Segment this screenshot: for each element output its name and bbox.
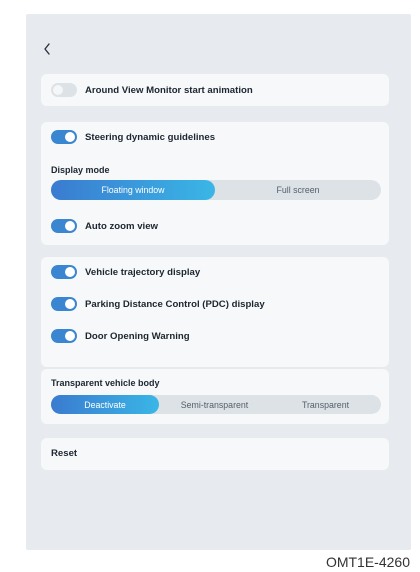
figure-code: OMT1E-4260	[325, 554, 410, 570]
display-mode-title: Display mode	[51, 165, 110, 175]
transparent-body-transparent[interactable]: Transparent	[270, 395, 381, 414]
back-button[interactable]	[42, 42, 52, 56]
toggle-knob	[65, 299, 75, 309]
pdc-display-toggle[interactable]	[51, 297, 77, 311]
guidelines-card: Steering dynamic guidelines Display mode…	[41, 122, 389, 245]
settings-screen: Around View Monitor start animation Stee…	[26, 14, 411, 550]
transparent-body-title: Transparent vehicle body	[51, 378, 160, 388]
steering-guidelines-toggle[interactable]	[51, 130, 77, 144]
display-mode-full-screen[interactable]: Full screen	[215, 180, 381, 200]
auto-zoom-toggle[interactable]	[51, 219, 77, 233]
around-view-animation-label: Around View Monitor start animation	[85, 84, 253, 96]
transparent-body-card: Transparent vehicle body Deactivate Semi…	[41, 369, 389, 424]
door-opening-warning-row[interactable]: Door Opening Warning	[51, 326, 190, 346]
door-opening-warning-toggle[interactable]	[51, 329, 77, 343]
display-mode-selector: Floating window Full screen	[51, 180, 381, 200]
door-opening-warning-label: Door Opening Warning	[85, 330, 190, 342]
toggle-knob	[65, 267, 75, 277]
around-view-card: Around View Monitor start animation	[41, 74, 389, 106]
transparent-body-semi-transparent[interactable]: Semi-transparent	[159, 395, 270, 414]
vehicle-trajectory-toggle[interactable]	[51, 265, 77, 279]
toggle-knob	[65, 331, 75, 341]
toggle-knob	[53, 85, 63, 95]
auto-zoom-label: Auto zoom view	[85, 220, 159, 232]
pdc-display-label: Parking Distance Control (PDC) display	[85, 298, 265, 310]
vehicle-trajectory-label: Vehicle trajectory display	[85, 266, 201, 278]
around-view-animation-toggle[interactable]	[51, 83, 77, 97]
toggle-knob	[65, 132, 75, 142]
auto-zoom-row[interactable]: Auto zoom view	[51, 216, 158, 236]
vehicle-trajectory-row[interactable]: Vehicle trajectory display	[51, 262, 200, 282]
around-view-animation-row[interactable]: Around View Monitor start animation	[51, 80, 253, 100]
toggle-knob	[65, 221, 75, 231]
display-mode-floating-window[interactable]: Floating window	[51, 180, 215, 200]
assist-card: Vehicle trajectory display Parking Dista…	[41, 257, 389, 367]
pdc-display-row[interactable]: Parking Distance Control (PDC) display	[51, 294, 265, 314]
reset-button[interactable]: Reset	[51, 448, 77, 459]
transparent-body-selector: Deactivate Semi-transparent Transparent	[51, 395, 381, 414]
steering-guidelines-row[interactable]: Steering dynamic guidelines	[51, 127, 215, 147]
chevron-left-icon	[42, 42, 52, 56]
transparent-body-deactivate[interactable]: Deactivate	[51, 395, 159, 414]
steering-guidelines-label: Steering dynamic guidelines	[85, 131, 216, 143]
reset-card[interactable]: Reset	[41, 438, 389, 470]
